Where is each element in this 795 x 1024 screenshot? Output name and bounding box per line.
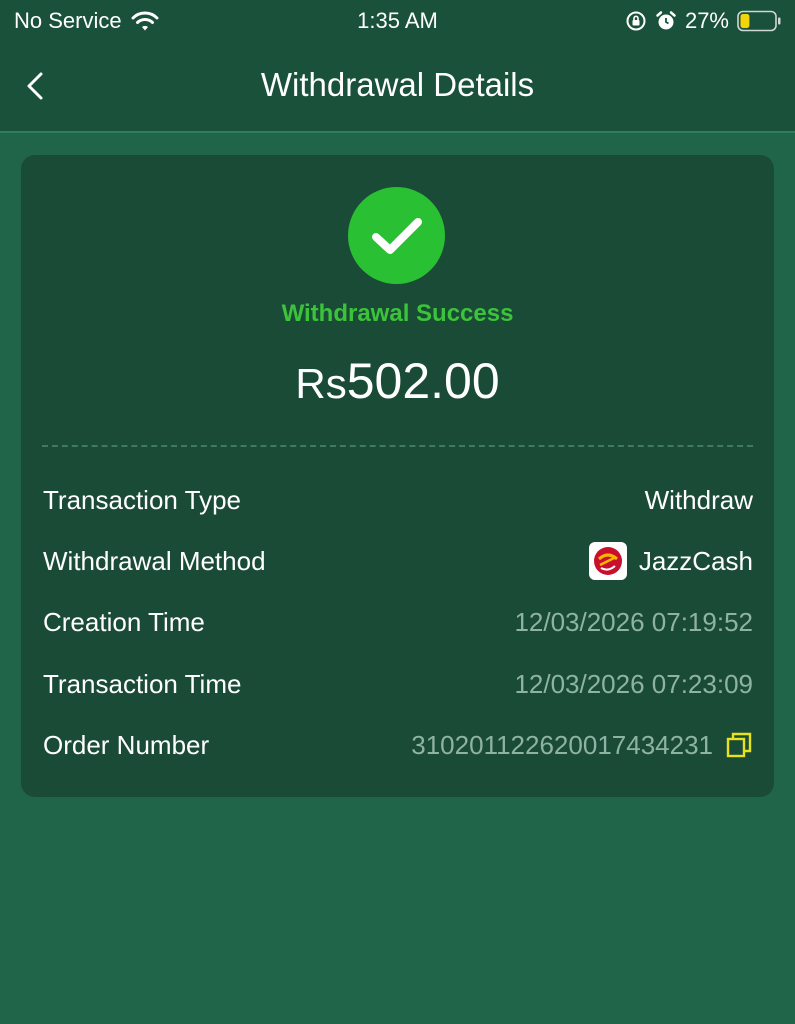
detail-row-creation-time: Creation Time 12/03/2026 07:19:52 xyxy=(43,602,753,642)
detail-row-withdrawal-method: Withdrawal Method JazzCash xyxy=(43,541,753,581)
copy-icon[interactable] xyxy=(725,731,753,759)
page-title: Withdrawal Details xyxy=(260,66,535,103)
dashed-divider xyxy=(42,445,753,447)
detail-label: Order Number xyxy=(43,729,210,760)
detail-row-transaction-time: Transaction Time 12/03/2026 07:23:09 xyxy=(43,664,753,704)
header: Withdrawal Details xyxy=(0,42,795,131)
detail-label: Transaction Type xyxy=(43,484,241,515)
orientation-lock-icon xyxy=(625,10,647,32)
detail-value: Withdraw xyxy=(644,484,753,515)
jazzcash-logo-icon xyxy=(588,542,627,580)
detail-value-order: 310201122620017434231 xyxy=(411,730,753,761)
detail-value: 12/03/2026 07:19:52 xyxy=(514,606,753,637)
battery-icon xyxy=(737,10,781,32)
detail-value: 12/03/2026 07:23:09 xyxy=(514,668,753,699)
battery-percent: 27% xyxy=(684,8,729,33)
detail-value-method: JazzCash xyxy=(588,542,753,580)
success-badge xyxy=(348,187,445,284)
detail-label: Withdrawal Method xyxy=(43,545,266,576)
detail-label: Creation Time xyxy=(43,606,205,637)
amount: Rs502.00 xyxy=(21,352,774,410)
top-bar: No Service 1:35 AM 27% Withdrawal Detail… xyxy=(0,0,795,133)
detail-row-transaction-type: Transaction Type Withdraw xyxy=(43,480,753,520)
status-bar: No Service 1:35 AM 27% xyxy=(0,0,795,42)
currency-symbol: Rs xyxy=(295,360,347,407)
detail-label: Transaction Time xyxy=(43,668,242,699)
detail-row-order-number: Order Number 310201122620017434231 xyxy=(43,725,753,765)
alarm-icon xyxy=(655,10,677,32)
order-number: 310201122620017434231 xyxy=(411,729,713,760)
method-name: JazzCash xyxy=(638,545,753,576)
status-right: 27% xyxy=(625,8,781,34)
check-icon xyxy=(371,217,422,254)
status-text: Withdrawal Success xyxy=(281,300,514,327)
amount-value: 502.00 xyxy=(346,353,500,409)
withdrawal-card: Withdrawal Success Rs502.00 Transaction … xyxy=(21,155,774,797)
